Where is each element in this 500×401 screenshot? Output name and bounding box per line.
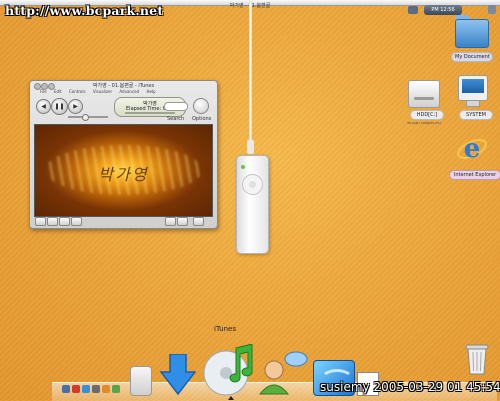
- ipod-shuffle-cord: [249, 0, 252, 150]
- shuffle-led-icon: [241, 165, 245, 169]
- dock-mini-network-icon[interactable]: [82, 385, 90, 393]
- dock-mini-app-icon[interactable]: [72, 385, 80, 393]
- search-label: Search: [167, 116, 185, 122]
- menu-help[interactable]: Help: [146, 89, 155, 94]
- my-document-folder-icon[interactable]: [455, 19, 489, 48]
- menu-controls[interactable]: Controls: [69, 89, 86, 94]
- visualizer-toggle-button[interactable]: [177, 217, 188, 226]
- dock-itunes-icon[interactable]: [202, 344, 257, 396]
- dock-mini-tool-icon[interactable]: [102, 385, 110, 393]
- shuffle-button[interactable]: [47, 217, 58, 226]
- menu-edit[interactable]: Edit: [54, 89, 62, 94]
- ipod-shuffle-cap: [247, 140, 254, 154]
- ipod-shuffle-widget[interactable]: [236, 155, 269, 254]
- dock-hover-label: iTunes: [214, 325, 236, 333]
- hdd-capacity-text: 38.2GB / 19GB(50.2%): [406, 121, 442, 125]
- options-label: Options: [192, 116, 212, 122]
- internet-explorer-label[interactable]: Internet Explorer: [449, 170, 500, 180]
- hard-drive-icon[interactable]: [408, 80, 440, 108]
- menubar-clock[interactable]: PM 12:56: [424, 5, 462, 15]
- repeat-button[interactable]: [59, 217, 70, 226]
- eject-button[interactable]: [193, 217, 204, 226]
- volume-slider-knob[interactable]: [82, 114, 89, 121]
- menu-file[interactable]: File: [40, 89, 47, 94]
- itunes-window: 박가영 - 01.봄편골 - iTunes File Edit Controls…: [29, 80, 218, 229]
- computer-screen: [462, 79, 484, 93]
- dock-download-arrow-icon[interactable]: [160, 354, 196, 396]
- itunes-title: 박가영 - 01.봄편골 - iTunes: [92, 83, 155, 89]
- hdd-slot: [414, 97, 434, 100]
- previous-button[interactable]: ◀: [36, 99, 51, 114]
- show-artwork-button[interactable]: [71, 217, 82, 226]
- hdd-label[interactable]: HDD[C:]: [410, 110, 444, 120]
- visualizer-display: 박가영: [34, 124, 213, 217]
- shuffle-control-wheel[interactable]: [242, 174, 263, 195]
- desktop-clock-text: susiemy 2005-03-29 01 45:54: [320, 380, 500, 394]
- dock-ipod-icon[interactable]: [130, 366, 152, 396]
- internet-explorer-icon[interactable]: e: [456, 133, 488, 165]
- pause-button[interactable]: ❚❚: [51, 98, 68, 115]
- menu-advanced[interactable]: Advanced: [119, 89, 139, 94]
- next-button[interactable]: ▶: [68, 99, 83, 114]
- itunes-menu: File Edit Controls Visualizer Advanced H…: [40, 89, 162, 94]
- playback-progress[interactable]: [125, 112, 175, 114]
- dock-messenger-user-icon[interactable]: [258, 350, 308, 396]
- system-computer-icon[interactable]: [458, 75, 488, 101]
- shuffle-play-button[interactable]: [249, 181, 256, 188]
- watermark-url: http://www.bcpark.net: [5, 3, 164, 18]
- add-playlist-button[interactable]: [35, 217, 46, 226]
- visualizer-text: 박가영: [98, 165, 149, 184]
- options-button[interactable]: [193, 98, 209, 114]
- menubar-monitor-icon[interactable]: [408, 6, 418, 14]
- my-document-label[interactable]: My Document: [451, 52, 493, 62]
- dock-mini-finder-icon[interactable]: [62, 385, 70, 393]
- dock-running-indicator: [228, 396, 234, 400]
- menu-visualizer[interactable]: Visualizer: [93, 89, 112, 94]
- dock-mini-utility-icon[interactable]: [112, 385, 120, 393]
- svg-text:e: e: [464, 134, 481, 164]
- menubar-volume-icon[interactable]: [488, 5, 496, 14]
- system-label[interactable]: SYSTEM: [459, 110, 493, 120]
- dock-mini-settings-icon[interactable]: [92, 385, 100, 393]
- computer-stand: [466, 100, 480, 107]
- trash-icon[interactable]: [464, 343, 490, 375]
- equalizer-button[interactable]: [165, 217, 176, 226]
- search-input[interactable]: [164, 102, 188, 111]
